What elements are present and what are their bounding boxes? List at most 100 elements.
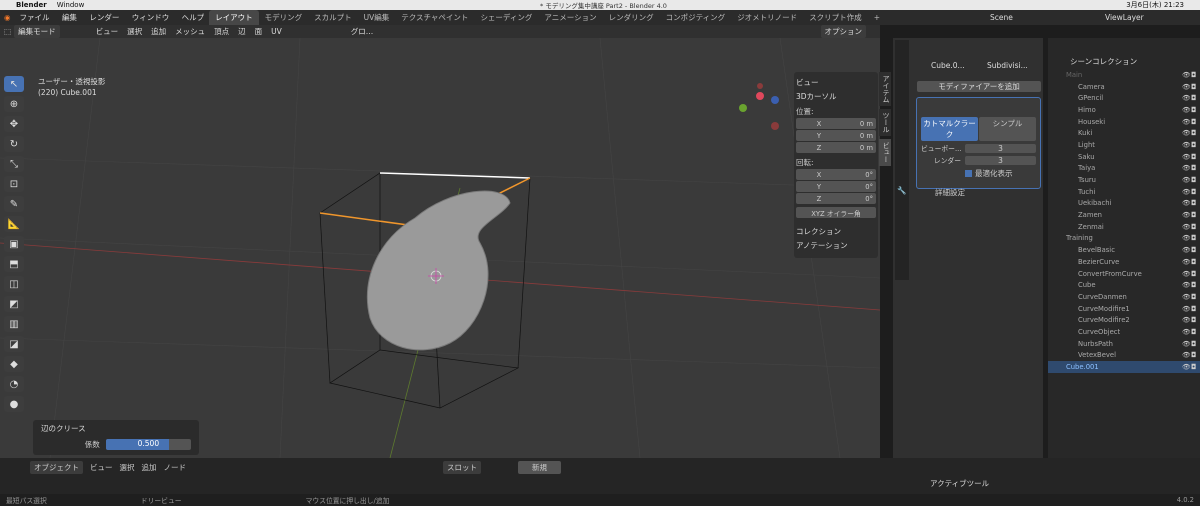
tl-add[interactable]: 追加 [142,462,157,473]
active-tool-section[interactable]: アクティブツール [930,478,989,489]
outliner-row[interactable]: CurveDanmen 👁 ◘ [1048,291,1200,303]
cursor-loc-x[interactable]: X0 m [796,118,876,129]
viewport-levels-field[interactable]: 3 [965,143,1036,153]
tab-animation[interactable]: アニメーション [538,10,602,25]
eye-icon[interactable]: 👁 [1182,340,1191,348]
camera-icon[interactable]: ◘ [1191,270,1200,278]
extrude-tool-icon[interactable]: ⬒ [4,256,24,272]
camera-icon[interactable]: ◘ [1191,351,1200,359]
outliner-row[interactable]: CurveObject 👁 ◘ [1048,326,1200,338]
camera-icon[interactable]: ◘ [1191,188,1200,196]
outliner-row[interactable]: BevelBasic 👁 ◘ [1048,244,1200,256]
new-button[interactable]: 新規 [518,461,561,474]
add-modifier-button[interactable]: モディファイアーを追加 [917,81,1041,92]
eye-icon[interactable]: 👁 [1182,176,1191,184]
outliner-row[interactable]: Cube 👁 ◘ [1048,279,1200,291]
inset-tool-icon[interactable]: ◫ [4,276,24,292]
outliner-row[interactable]: CurveModifire1 👁 ◘ [1048,303,1200,315]
cursor-section[interactable]: 3Dカーソル [796,91,876,102]
camera-icon[interactable]: ◘ [1191,211,1200,219]
cursor-rot-y[interactable]: Y 0° [796,181,876,192]
add-cube-tool-icon[interactable]: ▣ [4,236,24,252]
hdr-select[interactable]: 選択 [124,26,145,37]
eye-icon[interactable]: 👁 [1182,234,1191,242]
tab-tool[interactable]: ツール [879,109,891,136]
tab-modeling[interactable]: モデリング [259,10,309,25]
camera-icon[interactable]: ◘ [1191,199,1200,207]
outliner-row[interactable]: BezierCurve 👁 ◘ [1048,256,1200,268]
camera-icon[interactable]: ◘ [1191,340,1200,348]
viewlayer-name[interactable]: ViewLayer [1105,13,1144,22]
outliner-row[interactable]: Zenmai 👁 ◘ [1048,221,1200,233]
catmull-clark-button[interactable]: カトマルクラーク [921,117,978,141]
eye-icon[interactable]: 👁 [1182,153,1191,161]
eye-icon[interactable]: 👁 [1182,211,1191,219]
camera-icon[interactable]: ◘ [1191,281,1200,289]
window-menu[interactable]: Window [57,1,85,9]
tab-scripting[interactable]: スクリプト作成 [803,10,868,25]
camera-icon[interactable]: ◘ [1191,176,1200,184]
loopcut-tool-icon[interactable]: ▥ [4,316,24,332]
outliner-row[interactable]: GPencil 👁 ◘ [1048,92,1200,104]
camera-icon[interactable]: ◘ [1191,164,1200,172]
tab-view[interactable]: ビュー [879,139,891,166]
annotation-section[interactable]: アノテーション [796,240,876,251]
eye-icon[interactable]: 👁 [1182,316,1191,324]
simple-button[interactable]: シンプル [979,117,1036,141]
outliner-row[interactable]: Light 👁 ◘ [1048,139,1200,151]
camera-icon[interactable]: ◘ [1191,305,1200,313]
tab-layout[interactable]: レイアウト [209,10,259,25]
cursor-rot-z[interactable]: Z 0° [796,193,876,204]
annotate-tool-icon[interactable]: ✎ [4,196,24,212]
camera-icon[interactable]: ◘ [1191,316,1200,324]
slot-select[interactable]: スロット [443,461,481,474]
spin-tool-icon[interactable]: ◔ [4,376,24,392]
smooth-tool-icon[interactable]: ● [4,396,24,412]
hdr-mesh[interactable]: メッシュ [172,26,208,37]
cursor-tool-icon[interactable]: ⊕ [4,96,24,112]
camera-icon[interactable]: ◘ [1191,246,1200,254]
outliner-row[interactable]: Main 👁 ◘ [1048,69,1200,81]
hdr-add[interactable]: 追加 [148,26,169,37]
eye-icon[interactable]: 👁 [1182,281,1191,289]
tl-select[interactable]: 選択 [120,462,135,473]
transform-tool-icon[interactable]: ⊡ [4,176,24,192]
redo-title[interactable]: 辺のクリース [33,420,199,437]
camera-icon[interactable]: ◘ [1191,94,1200,102]
app-name[interactable]: Blender [16,1,47,9]
outliner-row[interactable]: Saku 👁 ◘ [1048,151,1200,163]
menu-help[interactable]: ヘルプ [182,13,205,22]
rotate-tool-icon[interactable]: ↻ [4,136,24,152]
collection-section[interactable]: コレクション [796,226,876,237]
tab-item[interactable]: アイテム [879,72,891,106]
outliner-row[interactable]: Zamen 👁 ◘ [1048,209,1200,221]
outliner-row[interactable]: Kuki 👁 ◘ [1048,127,1200,139]
eye-icon[interactable]: 👁 [1182,188,1191,196]
outliner-row[interactable]: Cube.001 👁 ◘ [1048,361,1200,373]
optimal-display-checkbox[interactable] [965,170,972,177]
move-tool-icon[interactable]: ✥ [4,116,24,132]
tab-texpaint[interactable]: テクスチャペイント [395,10,474,25]
tab-shading[interactable]: シェーディング [474,10,538,25]
menu-edit[interactable]: 編集 [62,13,77,22]
outliner-row[interactable]: VetexBevel 👁 ◘ [1048,350,1200,362]
scale-tool-icon[interactable]: ⤡ [4,156,24,172]
outliner-row[interactable]: CurveModifire2 👁 ◘ [1048,314,1200,326]
outliner-row[interactable]: Tsuru 👁 ◘ [1048,174,1200,186]
camera-icon[interactable]: ◘ [1191,234,1200,242]
hdr-vertex[interactable]: 頂点 [211,26,232,37]
camera-icon[interactable]: ◘ [1191,293,1200,301]
tab-rendering[interactable]: レンダリング [603,10,660,25]
outliner-row[interactable]: Camera 👁 ◘ [1048,81,1200,93]
hdr-view[interactable]: ビュー [93,26,122,37]
camera-icon[interactable]: ◘ [1191,83,1200,91]
menu-window[interactable]: ウィンドウ [132,13,170,22]
outliner-row[interactable]: Himo 👁 ◘ [1048,104,1200,116]
hdr-face[interactable]: 面 [252,26,266,37]
tab-uv[interactable]: UV編集 [358,10,396,25]
tab-compositing[interactable]: コンポジティング [660,10,732,25]
camera-icon[interactable]: ◘ [1191,129,1200,137]
outliner-row[interactable]: Houseki 👁 ◘ [1048,116,1200,128]
eye-icon[interactable]: 👁 [1182,71,1191,79]
outliner-row[interactable]: Training 👁 ◘ [1048,233,1200,245]
